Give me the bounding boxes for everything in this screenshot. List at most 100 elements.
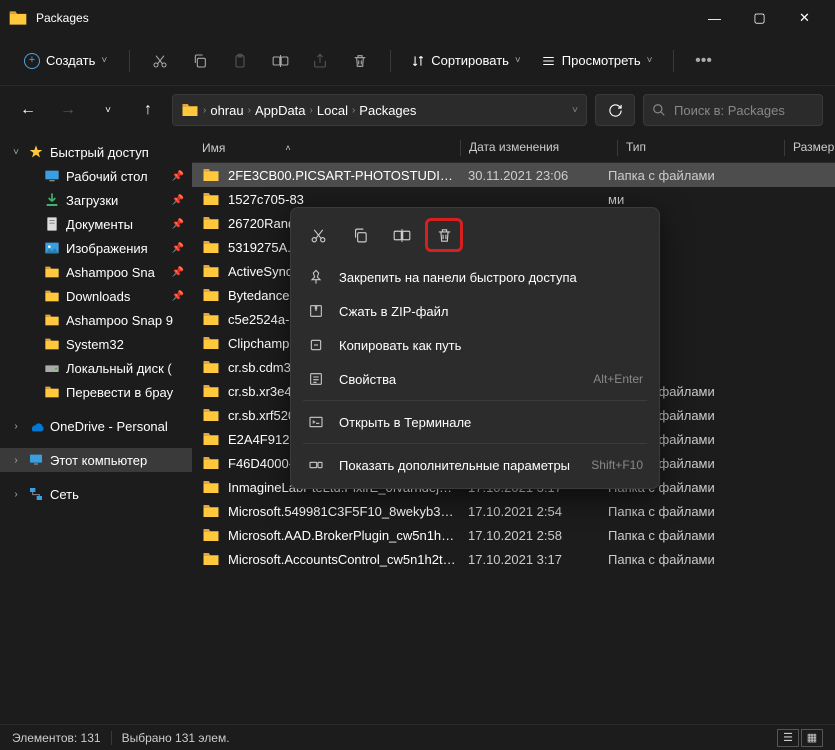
navbar: ← → ˅ ↑ › ohrau › AppData › Local › Pack… <box>0 86 835 134</box>
create-button[interactable]: + Создать ˅ <box>14 47 117 75</box>
view-details-icon[interactable]: ☰ <box>777 729 799 747</box>
file-type: Папка с файлами <box>608 168 758 183</box>
sidebar-item[interactable]: Загрузки 📌 <box>0 188 192 212</box>
chevron-down-icon: ˅ <box>647 55 653 66</box>
sidebar-item-label: Перевести в брау <box>66 385 173 400</box>
sidebar-item-label: System32 <box>66 337 124 352</box>
status-selected: Выбрано 131 элем. <box>122 731 230 745</box>
context-menu-item[interactable]: Открыть в Терминале <box>297 405 653 439</box>
sidebar-item[interactable]: Downloads 📌 <box>0 284 192 308</box>
maximize-button[interactable]: ▢ <box>737 3 782 33</box>
sidebar-item-label: Ashampoo Snap 9 <box>66 313 173 328</box>
breadcrumb-item[interactable]: ohrau <box>210 103 243 118</box>
sidebar-item-label: Изображения <box>66 241 148 256</box>
sidebar-item[interactable]: System32 <box>0 332 192 356</box>
file-type: Папка с файлами <box>608 528 758 543</box>
sidebar-item[interactable]: Изображения 📌 <box>0 236 192 260</box>
column-name[interactable]: Имя˄ <box>202 140 452 156</box>
more-button[interactable]: ••• <box>686 43 722 79</box>
sidebar-item[interactable]: Рабочий стол 📌 <box>0 164 192 188</box>
cm-delete-icon[interactable] <box>425 218 463 252</box>
sidebar-item-label: Быстрый доступ <box>50 145 149 160</box>
context-menu-label: Закрепить на панели быстрого доступа <box>339 270 577 285</box>
breadcrumb-item[interactable]: Packages <box>359 103 416 118</box>
context-menu-label: Сжать в ZIP-файл <box>339 304 449 319</box>
toolbar: + Создать ˅ Сортировать ˅ Просмотреть ˅ … <box>0 36 835 86</box>
search-input[interactable]: Поиск в: Packages <box>643 94 823 126</box>
back-button[interactable]: ← <box>12 94 44 126</box>
file-date: 17.10.2021 2:58 <box>458 528 608 543</box>
context-menu-label: Копировать как путь <box>339 338 461 353</box>
file-name: Microsoft.AAD.BrokerPlugin_cw5n1h2txy... <box>228 528 458 543</box>
pin-icon: 📌 <box>172 243 184 254</box>
cm-copy-icon[interactable] <box>341 218 379 252</box>
copypath-icon <box>307 337 325 353</box>
file-date: 30.11.2021 23:06 <box>458 168 608 183</box>
sidebar-item[interactable]: › OneDrive - Personal <box>0 414 192 438</box>
context-menu-item[interactable]: Свойства Alt+Enter <box>297 362 653 396</box>
zip-icon <box>307 303 325 319</box>
sidebar-item[interactable]: › Сеть <box>0 482 192 506</box>
file-name: 1527c705-83 <box>228 192 458 207</box>
recent-chevron[interactable]: ˅ <box>92 94 124 126</box>
cm-cut-icon[interactable] <box>299 218 337 252</box>
pin-icon: 📌 <box>172 267 184 278</box>
sidebar-item[interactable]: Ashampoo Snap 9 <box>0 308 192 332</box>
file-row[interactable]: Microsoft.549981C3F5F10_8wekyb3d8bb... 1… <box>192 499 835 523</box>
delete-button[interactable] <box>342 43 378 79</box>
refresh-button[interactable] <box>595 94 635 126</box>
sidebar-item[interactable]: ˅ Быстрый доступ <box>0 140 192 164</box>
sidebar-item[interactable]: Локальный диск ( <box>0 356 192 380</box>
breadcrumb-item[interactable]: Local <box>317 103 348 118</box>
pin-icon: 📌 <box>172 171 184 182</box>
file-row[interactable]: 2FE3CB00.PICSART-PHOTOSTUDIO_crhqp 30.11… <box>192 163 835 187</box>
file-type: Папка с файлами <box>608 552 758 567</box>
column-size[interactable]: Размер <box>793 140 835 156</box>
sidebar-item[interactable]: Перевести в брау <box>0 380 192 404</box>
context-menu-item[interactable]: Копировать как путь <box>297 328 653 362</box>
view-label: Просмотреть <box>562 53 641 68</box>
pin-icon: 📌 <box>172 219 184 230</box>
view-button[interactable]: Просмотреть ˅ <box>533 53 661 68</box>
sidebar-item-label: Загрузки <box>66 193 118 208</box>
up-button[interactable]: ↑ <box>132 94 164 126</box>
sidebar-item[interactable]: Ashampoo Sna 📌 <box>0 260 192 284</box>
forward-button[interactable]: → <box>52 94 84 126</box>
onedrive-icon <box>28 418 44 434</box>
context-menu-label: Открыть в Терминале <box>339 415 471 430</box>
minimize-button[interactable]: — <box>692 3 737 33</box>
share-button[interactable] <box>302 43 338 79</box>
column-type[interactable]: Тип <box>626 140 776 156</box>
disk-icon <box>44 360 60 376</box>
folder-icon <box>8 8 28 28</box>
sidebar-item-label: Документы <box>66 217 133 232</box>
cut-button[interactable] <box>142 43 178 79</box>
breadcrumb-item[interactable]: AppData <box>255 103 306 118</box>
close-button[interactable]: ✕ <box>782 3 827 33</box>
sidebar-item[interactable]: › Этот компьютер <box>0 448 192 472</box>
search-placeholder: Поиск в: Packages <box>674 103 785 118</box>
cm-rename-icon[interactable] <box>383 218 421 252</box>
sidebar-item-label: Ashampoo Sna <box>66 265 155 280</box>
rename-button[interactable] <box>262 43 298 79</box>
file-row[interactable]: Microsoft.AAD.BrokerPlugin_cw5n1h2txy...… <box>192 523 835 547</box>
paste-button[interactable] <box>222 43 258 79</box>
file-type: Папка с файлами <box>608 504 758 519</box>
breadcrumb[interactable]: › ohrau › AppData › Local › Packages ˅ <box>172 94 587 126</box>
pin-icon: 📌 <box>172 291 184 302</box>
context-menu-item[interactable]: Закрепить на панели быстрого доступа <box>297 260 653 294</box>
view-grid-icon[interactable]: ▦ <box>801 729 823 747</box>
search-icon <box>652 103 666 117</box>
shortcut: Alt+Enter <box>593 372 643 386</box>
column-headers: Имя˄ Дата изменения Тип Размер <box>192 134 835 163</box>
sidebar-item-label: Рабочий стол <box>66 169 148 184</box>
file-row[interactable]: Microsoft.AccountsControl_cw5n1h2txy... … <box>192 547 835 571</box>
context-menu-item[interactable]: Показать дополнительные параметры Shift+… <box>297 448 653 482</box>
copy-button[interactable] <box>182 43 218 79</box>
folder-icon <box>181 101 199 119</box>
sort-button[interactable]: Сортировать ˅ <box>403 53 529 68</box>
column-date[interactable]: Дата изменения <box>469 140 609 156</box>
context-menu-item[interactable]: Сжать в ZIP-файл <box>297 294 653 328</box>
sidebar-item[interactable]: Документы 📌 <box>0 212 192 236</box>
sidebar: ˅ Быстрый доступ Рабочий стол 📌 Загрузки… <box>0 134 192 724</box>
